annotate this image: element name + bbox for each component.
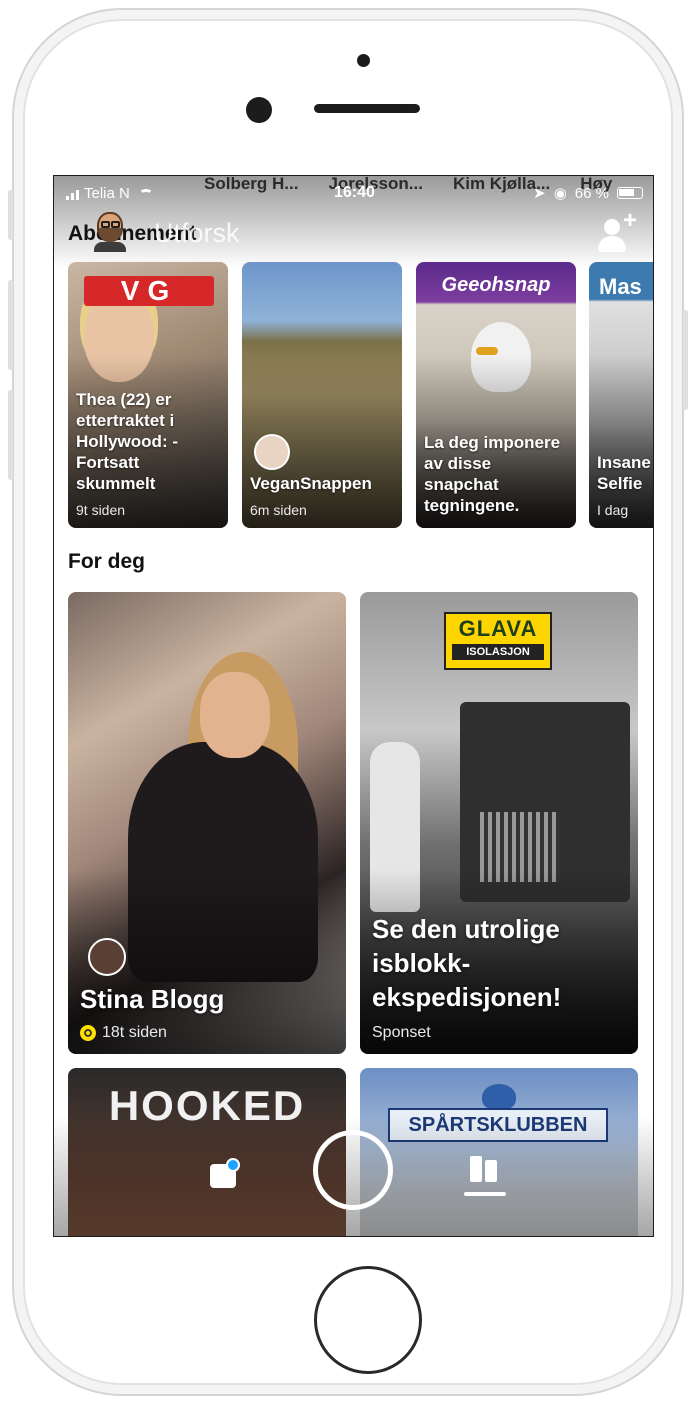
search-field[interactable]: Utforsk: [154, 218, 240, 249]
avatar-glasses-left: [101, 221, 110, 228]
card-title: Insane Selfie: [597, 453, 651, 493]
avatar-glasses-right: [111, 221, 120, 228]
header: Abonnement Utforsk +: [54, 207, 653, 260]
subscription-card[interactable]: Mas Insane Selfie I dag: [589, 262, 653, 528]
card-title: La deg imponere av disse snapchat tegnin…: [424, 433, 561, 515]
status-bar: Telia N 16:40 ➤ ◉ 66 %: [54, 176, 653, 210]
alarm-icon: ◉: [553, 185, 567, 202]
discover-card[interactable]: Stina Blogg 18t siden: [68, 592, 346, 1054]
earpiece-speaker: [314, 104, 420, 113]
carrier-group: Telia N: [66, 185, 153, 202]
card-title: Thea (22) er ettertraktet i Hollywood: -…: [76, 390, 178, 493]
volume-down-button: [8, 390, 13, 480]
card-meta: Sponset: [372, 1024, 431, 1042]
add-friend-icon[interactable]: +: [595, 207, 639, 254]
signal-icon: [66, 188, 79, 200]
front-camera: [246, 97, 272, 123]
home-button[interactable]: [314, 1266, 422, 1374]
card-time: I dag: [597, 502, 629, 518]
chat-icon[interactable]: [206, 1156, 242, 1192]
notification-dot: [226, 1158, 240, 1172]
card-thumbnail-face: [200, 672, 270, 758]
card-time: 18t siden: [102, 1024, 167, 1041]
card-title: VeganSnappen: [250, 474, 372, 493]
subscription-row: VG Thea (22) er ettertraktet i Hollywood…: [68, 262, 653, 528]
card-title: Stina Blogg: [80, 984, 225, 1014]
discover-icon-card-left: [470, 1156, 482, 1182]
volume-up-button: [8, 280, 13, 370]
discover-card-sponsored[interactable]: GLAVA ISOLASJON Se den utrolige isblokk-…: [360, 592, 638, 1054]
active-tab-indicator: [464, 1192, 506, 1196]
status-right: ➤ ◉ 66 %: [533, 184, 643, 202]
creator-avatar: [254, 434, 290, 470]
status-time: 16:40: [334, 184, 375, 201]
publisher-logo: VG: [84, 276, 214, 306]
power-button: [683, 310, 688, 410]
discover-icon[interactable]: [464, 1156, 506, 1196]
battery-percent: 66 %: [574, 184, 609, 202]
creator-avatar: [88, 938, 126, 976]
location-icon: ➤: [533, 185, 546, 202]
add-friend-head: [604, 219, 620, 235]
discover-icon-card-right: [485, 1160, 497, 1182]
card-time: 6m siden: [250, 502, 307, 518]
card-time: 9t siden: [76, 502, 126, 518]
bottom-nav: [54, 1116, 653, 1236]
subscription-card[interactable]: VG Thea (22) er ettertraktet i Hollywood…: [68, 262, 228, 528]
wifi-icon: [138, 188, 153, 199]
subscription-card[interactable]: VeganSnappen 6m siden: [242, 262, 402, 528]
sponsor-logo-top: GLAVA: [458, 616, 538, 641]
publisher-logo: Mas: [599, 274, 642, 299]
profile-avatar[interactable]: [92, 210, 128, 252]
battery-icon: [617, 187, 643, 199]
mute-switch: [8, 190, 13, 240]
card-meta: 18t siden: [80, 1024, 167, 1042]
capture-icon[interactable]: [313, 1130, 393, 1210]
proximity-sensor: [357, 54, 370, 67]
card-title: Se den utrolige isblokk-ekspedisjonen!: [372, 914, 562, 1012]
avatar-body: [94, 242, 126, 252]
app-screen: Telia N 16:40 ➤ ◉ 66 % Solberg H... Jore…: [53, 175, 654, 1237]
club-badge-icon: [482, 1084, 516, 1110]
subscription-card[interactable]: Geeohsnap La deg imponere av disse snapc…: [416, 262, 576, 528]
section-title-for-deg: For deg: [68, 550, 145, 573]
add-friend-body: [598, 236, 626, 252]
story-ring-icon: [80, 1025, 96, 1041]
card-thumbnail-detail: [476, 347, 498, 355]
sponsor-logo: GLAVA ISOLASJON: [444, 612, 552, 670]
carrier-label: Telia N: [84, 185, 130, 202]
sponsored-label: Sponset: [372, 1024, 431, 1041]
publisher-logo: Geeohsnap: [441, 274, 551, 296]
sponsor-logo-bottom: ISOLASJON: [452, 644, 544, 660]
add-friend-plus: +: [623, 207, 638, 234]
